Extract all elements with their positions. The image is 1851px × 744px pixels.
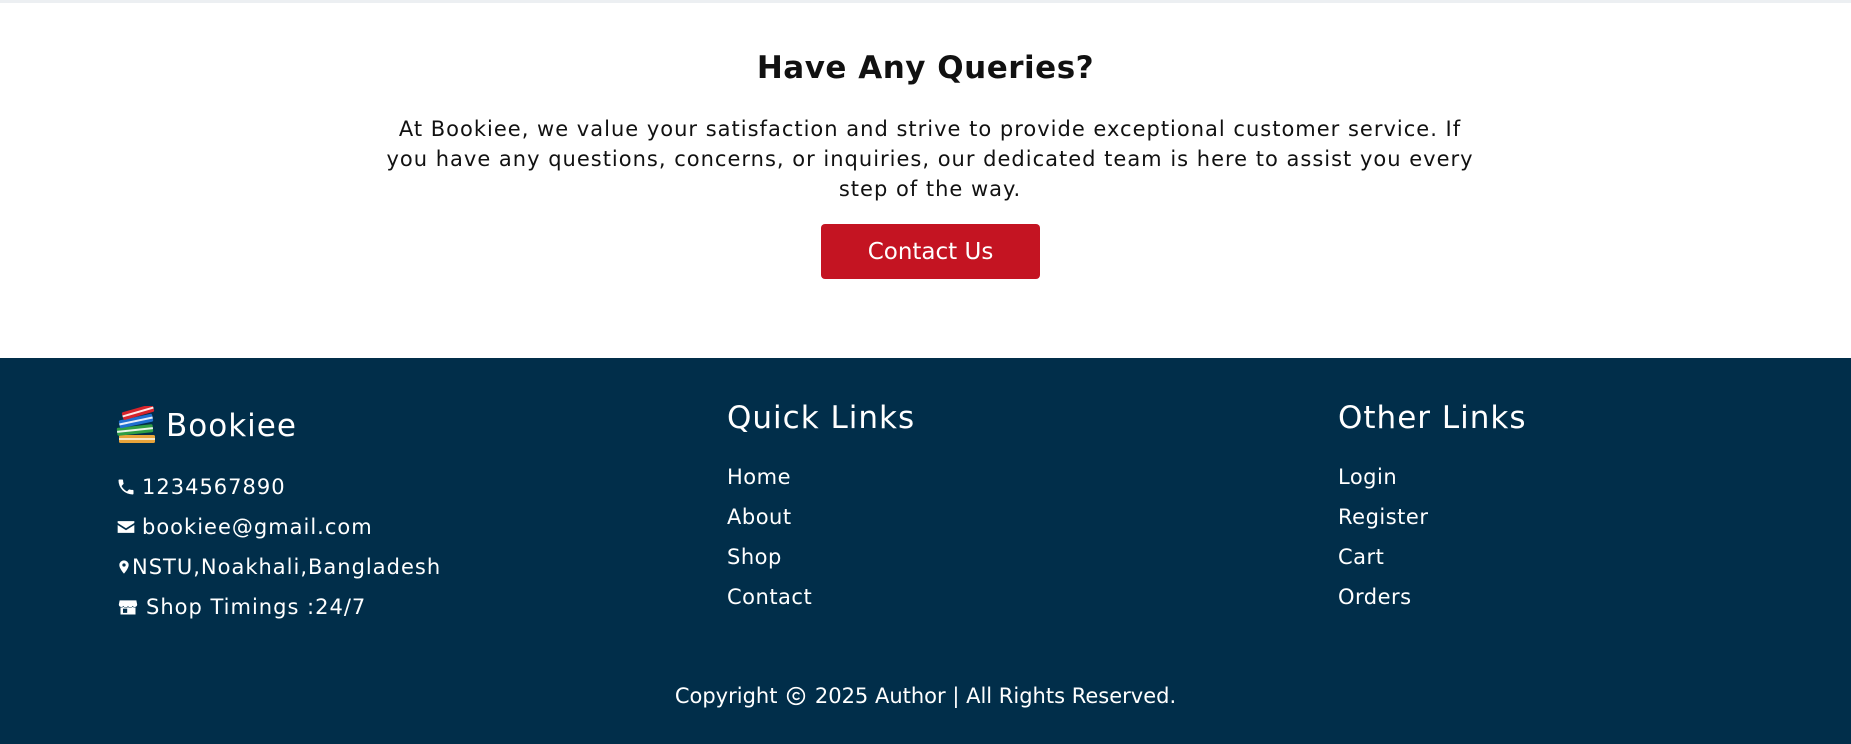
- email-text: bookiee@gmail.com: [142, 515, 373, 539]
- other-link-login[interactable]: Login: [1338, 465, 1428, 505]
- footer: Bookiee 1234567890 bookiee@gmail.com NST…: [0, 358, 1851, 744]
- address-text: NSTU,Noakhali,Bangladesh: [132, 555, 442, 579]
- footer-brand[interactable]: Bookiee: [116, 406, 297, 446]
- quick-link-shop[interactable]: Shop: [727, 545, 812, 585]
- copyright-text: 2025 Author | All Rights Reserved.: [814, 684, 1177, 708]
- store-icon: [118, 600, 138, 615]
- other-link-register[interactable]: Register: [1338, 505, 1428, 545]
- copyright-label: Copyright: [674, 684, 778, 708]
- queries-title: Have Any Queries?: [756, 50, 1095, 86]
- other-link-cart[interactable]: Cart: [1338, 545, 1428, 585]
- quick-link-contact[interactable]: Contact: [727, 585, 812, 625]
- quick-links-title: Quick Links: [727, 400, 916, 436]
- email-info[interactable]: bookiee@gmail.com: [116, 515, 373, 539]
- envelope-icon: [117, 521, 135, 533]
- other-links-list: Login Register Cart Orders: [1338, 465, 1428, 625]
- map-marker-icon: [119, 560, 129, 574]
- books-icon: [116, 406, 155, 443]
- queries-section: Have Any Queries? At Bookiee, we value y…: [0, 0, 1851, 358]
- queries-description: At Bookiee, we value your satisfaction a…: [386, 117, 1474, 201]
- phone-icon: [118, 479, 134, 495]
- quick-links-list: Home About Shop Contact: [727, 465, 812, 625]
- brand-name: Bookiee: [166, 408, 297, 444]
- quick-link-home[interactable]: Home: [727, 465, 812, 505]
- copyright-icon: [786, 686, 806, 706]
- copyright: Copyright 2025 Author | All Rights Reser…: [0, 684, 1851, 708]
- phone-text: 1234567890: [142, 475, 286, 499]
- quick-link-about[interactable]: About: [727, 505, 812, 545]
- address-info: NSTU,Noakhali,Bangladesh: [116, 555, 441, 579]
- other-links-title: Other Links: [1338, 400, 1527, 436]
- shop-timings-text: Shop Timings :24/7: [146, 595, 367, 619]
- phone-info[interactable]: 1234567890: [116, 475, 286, 499]
- other-link-orders[interactable]: Orders: [1338, 585, 1428, 625]
- contact-us-button[interactable]: Contact Us: [821, 224, 1040, 279]
- shop-timings-info: Shop Timings :24/7: [116, 595, 366, 619]
